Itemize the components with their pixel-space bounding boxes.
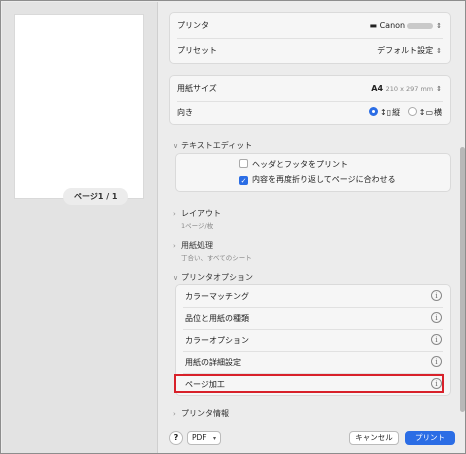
- printer-option-label: 用紙の詳細設定: [185, 358, 241, 367]
- landscape-icon: ↕▭: [418, 108, 433, 117]
- paper-size-row[interactable]: 用紙サイズ A4 210 x 297 mm ⇕: [170, 77, 450, 100]
- print-dialog: ページ1 / 1 プリンタ ▬ Canon⇕ プリセット デフォルト設定⇕: [0, 0, 466, 454]
- paper-size-dims: 210 x 297 mm: [385, 85, 434, 93]
- chevron-right-icon: ›: [173, 210, 176, 218]
- preview-pane: ページ1 / 1: [2, 2, 158, 453]
- printer-options-header: プリンタオプション: [181, 273, 253, 282]
- printer-option-label: カラーマッチング: [185, 292, 249, 301]
- info-icon[interactable]: i: [431, 290, 442, 301]
- printer-name: Canon: [379, 21, 406, 30]
- rewrap-label: 内容を再度折り返してページに合わせる: [252, 175, 396, 184]
- chevron-updown-icon: ⇕: [436, 85, 442, 93]
- chevron-down-icon: ∨: [173, 274, 179, 282]
- portrait-radio[interactable]: [368, 107, 378, 116]
- portrait-label: 縦: [392, 108, 401, 117]
- highlight-box: [174, 374, 444, 393]
- paper-card: 用紙サイズ A4 210 x 297 mm ⇕ 向き ↕▯縦 ↕▭横: [169, 75, 451, 125]
- paper-handling-section-toggle[interactable]: › 用紙処理: [173, 240, 213, 251]
- preset-row[interactable]: プリセット デフォルト設定 ⇕: [170, 39, 450, 62]
- chevron-updown-icon: ⇕: [436, 47, 442, 55]
- pdf-label: PDF: [192, 433, 207, 442]
- layout-section-toggle[interactable]: › レイアウト: [173, 208, 221, 219]
- chevron-down-icon: ∨: [173, 142, 179, 150]
- info-icon[interactable]: i: [431, 334, 442, 345]
- printer-option-label: カラーオプション: [185, 336, 249, 345]
- text-edit-section-toggle[interactable]: ∨ テキストエディット: [173, 140, 252, 151]
- rewrap-checkbox[interactable]: ✓: [239, 176, 248, 185]
- chevron-right-icon: ›: [173, 410, 176, 418]
- info-icon[interactable]: i: [431, 356, 442, 367]
- printer-option-row[interactable]: カラーマッチング i: [176, 285, 450, 308]
- cancel-button[interactable]: キャンセル: [349, 431, 399, 445]
- header-footer-checkbox[interactable]: [239, 159, 248, 168]
- printer-option-label: 品位と用紙の種類: [185, 314, 249, 323]
- landscape-radio[interactable]: [407, 107, 417, 116]
- printer-row[interactable]: プリンタ ▬ Canon ⇕: [170, 14, 450, 37]
- printer-info-section-toggle[interactable]: › プリンタ情報: [173, 408, 229, 419]
- orientation-row: 向き ↕▯縦 ↕▭横: [170, 101, 450, 124]
- printer-popup[interactable]: ▬ Canon ⇕: [369, 14, 442, 38]
- text-edit-header: テキストエディット: [181, 141, 253, 150]
- preset-popup[interactable]: デフォルト設定 ⇕: [377, 39, 442, 63]
- paper-size-label: 用紙サイズ: [177, 84, 217, 93]
- header-footer-label: ヘッダとフッタをプリント: [252, 160, 348, 169]
- chevron-down-icon: ▾: [213, 435, 217, 442]
- printer-icon: ▬: [369, 21, 378, 30]
- rewrap-option[interactable]: ✓ 内容を再度折り返してページに合わせる: [239, 174, 396, 186]
- chevron-updown-icon: ⇕: [436, 22, 442, 30]
- printer-option-row[interactable]: 品位と用紙の種類 i: [176, 307, 450, 330]
- printer-preset-card: プリンタ ▬ Canon ⇕ プリセット デフォルト設定 ⇕: [169, 12, 451, 64]
- info-icon[interactable]: i: [431, 312, 442, 323]
- header-footer-option[interactable]: ヘッダとフッタをプリント: [239, 159, 348, 171]
- printer-label: プリンタ: [177, 21, 209, 30]
- scrollbar[interactable]: [460, 147, 465, 412]
- paper-handling-summary: 丁合い、すべてのシート: [181, 254, 252, 262]
- portrait-icon: ↕▯: [379, 108, 392, 117]
- printer-option-row[interactable]: カラーオプション i: [176, 329, 450, 352]
- preset-label: プリセット: [177, 46, 217, 55]
- landscape-label: 横: [434, 108, 442, 117]
- page-indicator: ページ1 / 1: [63, 188, 129, 205]
- printer-info-header: プリンタ情報: [181, 409, 229, 418]
- orientation-options: ↕▯縦 ↕▭横: [368, 101, 442, 124]
- printer-option-row[interactable]: 用紙の詳細設定 i: [176, 351, 450, 374]
- help-button[interactable]: ?: [169, 431, 183, 445]
- chevron-right-icon: ›: [173, 242, 176, 250]
- paper-size-value: A4: [371, 84, 384, 93]
- pdf-menu-button[interactable]: PDF ▾: [187, 431, 222, 445]
- printer-options-section-toggle[interactable]: ∨ プリンタオプション: [173, 272, 253, 283]
- settings-pane: プリンタ ▬ Canon⇕ プリセット デフォルト設定⇕ 用紙サイズ A4: [159, 2, 465, 453]
- paper-handling-header: 用紙処理: [181, 241, 213, 250]
- printer-name-redacted: [407, 22, 434, 29]
- layout-header: レイアウト: [181, 209, 221, 218]
- text-edit-card: ヘッダとフッタをプリント ✓ 内容を再度折り返してページに合わせる: [175, 153, 451, 192]
- preset-value: デフォルト設定: [377, 46, 434, 55]
- orientation-label: 向き: [177, 108, 193, 117]
- layout-summary: 1ページ/枚: [181, 222, 214, 230]
- print-button[interactable]: プリント: [405, 431, 455, 445]
- page-preview: ページ1 / 1: [14, 14, 144, 205]
- paper-size-popup[interactable]: A4 210 x 297 mm ⇕: [371, 77, 442, 101]
